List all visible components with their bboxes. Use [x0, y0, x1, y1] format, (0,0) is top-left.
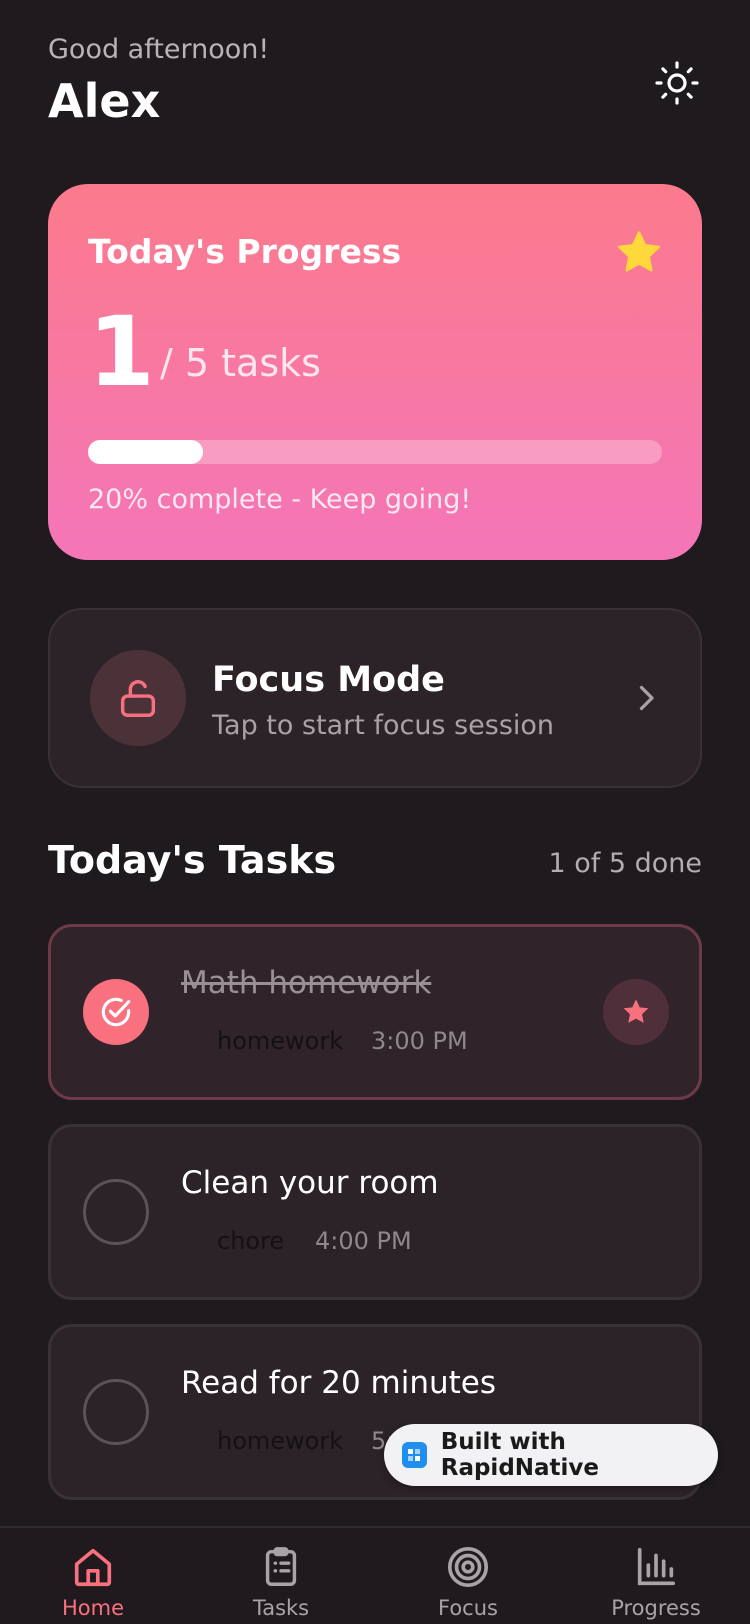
home-icon: [74, 1548, 112, 1587]
progress-bar: [88, 440, 662, 464]
star-icon: [623, 999, 649, 1023]
task-title: Read for 20 minutes: [181, 1365, 497, 1401]
progress-message: 20% complete - Keep going!: [88, 484, 472, 515]
progress-title: Today's Progress: [88, 232, 402, 271]
task-title: Math homework: [181, 965, 432, 1001]
total-tasks-label: / 5 tasks: [160, 341, 321, 385]
focus-mode-card[interactable]: Focus Mode Tap to start focus session: [48, 608, 702, 788]
task-checkbox[interactable]: [83, 1179, 149, 1245]
focus-icon-container: [90, 650, 186, 746]
unlock-icon: [120, 680, 156, 717]
tasks-section-title: Today's Tasks: [48, 838, 337, 882]
task-category: homework: [217, 1027, 344, 1055]
chevron-right-icon: [639, 685, 654, 711]
clipboard-icon: [265, 1547, 297, 1586]
rapidnative-logo-icon: [402, 1442, 427, 1468]
tab-home[interactable]: Home: [18, 1528, 168, 1624]
completed-count: 1: [88, 296, 155, 408]
progress-bar-fill: [88, 440, 203, 464]
task-title: Clean your room: [181, 1165, 439, 1201]
task-checkbox[interactable]: [83, 979, 149, 1045]
progress-card: Today's Progress 1 / 5 tasks 20% complet…: [48, 184, 702, 560]
tab-tasks[interactable]: Tasks: [206, 1528, 356, 1624]
task-category: homework: [217, 1427, 344, 1455]
badge-text: Built with RapidNative: [440, 1429, 600, 1481]
greeting-text: Good afternoon!: [48, 34, 270, 65]
sun-icon: [655, 61, 699, 105]
task-category: chore: [217, 1227, 285, 1255]
user-name: Alex: [48, 74, 161, 128]
tab-label: Tasks: [252, 1596, 310, 1620]
focus-mode-title: Focus Mode: [212, 660, 445, 700]
task-time: 4:00 PM: [315, 1227, 412, 1255]
task-card[interactable]: Clean your room chore 4:00 PM: [48, 1124, 702, 1300]
task-card[interactable]: Math homework homework 3:00 PM: [48, 924, 702, 1100]
tab-label: Home: [61, 1596, 124, 1620]
bottom-tab-bar: Home Tasks Focus Progress: [0, 1526, 750, 1624]
tasks-done-count: 1 of 5 done: [548, 848, 702, 879]
bar-chart-icon: [637, 1547, 676, 1586]
task-checkbox[interactable]: [83, 1379, 149, 1445]
task-time: 3:00 PM: [371, 1027, 468, 1055]
tab-label: Focus: [438, 1596, 498, 1620]
star-icon: [617, 231, 661, 272]
target-icon: [447, 1546, 489, 1588]
focus-mode-subtitle: Tap to start focus session: [212, 710, 555, 741]
tab-progress[interactable]: Progress: [581, 1528, 731, 1624]
favorite-button[interactable]: [603, 979, 669, 1045]
built-with-badge[interactable]: Built with RapidNative: [384, 1424, 718, 1486]
check-circle-icon: [101, 997, 131, 1027]
tab-label: Progress: [611, 1596, 701, 1620]
tab-focus[interactable]: Focus: [393, 1528, 543, 1624]
theme-toggle-button[interactable]: [652, 58, 702, 108]
